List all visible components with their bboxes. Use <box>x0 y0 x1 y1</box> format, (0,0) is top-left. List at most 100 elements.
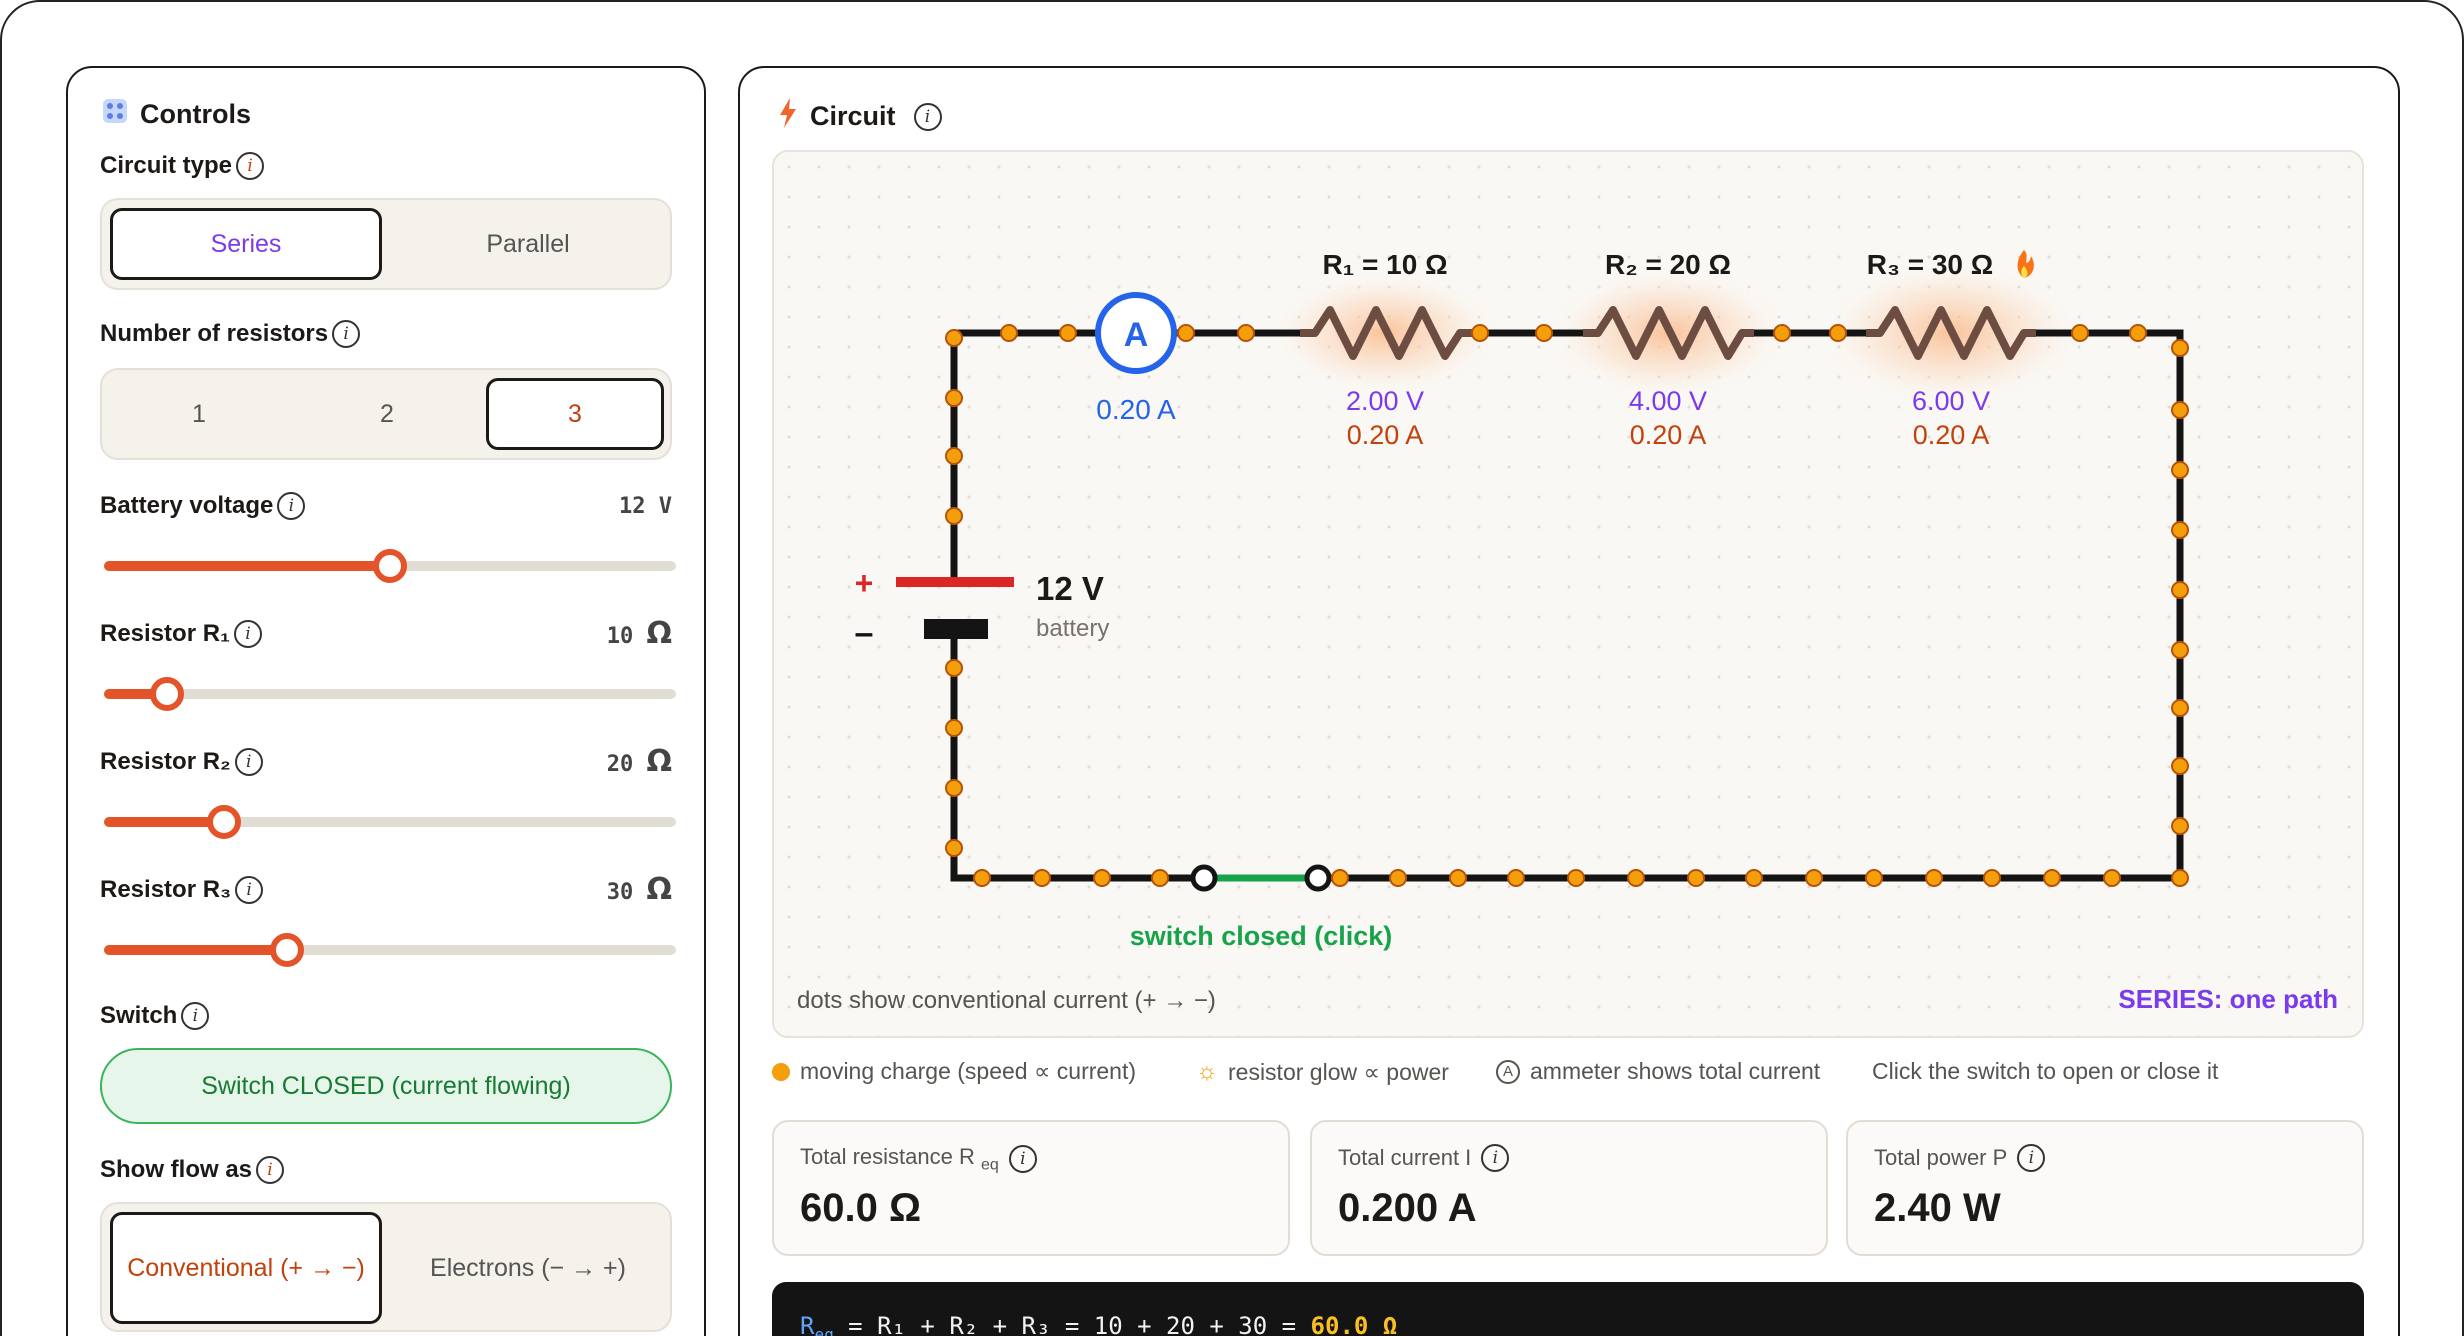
ammeter-icon: A <box>1496 1059 1520 1084</box>
formula-lhs: R <box>800 1312 815 1336</box>
charge-dot <box>1745 869 1763 887</box>
resistor-r1-current: 0.20 A <box>1347 420 1424 450</box>
legend-ammeter: A ammeter shows total current <box>1496 1058 1820 1085</box>
charge-dot <box>2171 401 2189 419</box>
stat-label: Total power P i <box>1874 1144 2046 1172</box>
charge-dot <box>2129 324 2147 342</box>
info-icon[interactable]: i <box>2017 1144 2046 1172</box>
battery-voltage-text: 12 V <box>1036 570 1104 607</box>
charge-dot <box>1865 869 1883 887</box>
resistor-r3-label: R₃ = 30 Ω <box>1867 249 1993 280</box>
charge-dot <box>1000 324 1018 342</box>
charge-dot <box>1449 869 1467 887</box>
ammeter-reading: 0.20 A <box>1096 394 1176 425</box>
stat-label-text: Total current I <box>1338 1145 1472 1170</box>
resistor-r3-current: 0.20 A <box>1913 420 1990 450</box>
charge-dot <box>1151 869 1169 887</box>
charge-dot <box>2171 869 2189 887</box>
formula-lhs-sub: eq <box>814 1324 834 1336</box>
legend-dot: moving charge (speed ∝ current) <box>772 1058 1136 1085</box>
charge-dot <box>1033 869 1051 887</box>
stat-total-resistance: Total resistance R eq i 60.0 Ω <box>772 1120 1290 1256</box>
charge-dot <box>1535 324 1553 342</box>
charge-dot <box>1059 324 1077 342</box>
stat-label-sub: eq <box>980 1156 999 1174</box>
legend-ammeter-text: ammeter shows total current <box>1530 1058 1821 1084</box>
charge-dot <box>2171 817 2189 835</box>
stat-label-text: Total power P <box>1874 1145 2008 1170</box>
sun-icon: ☼ <box>1196 1058 1218 1085</box>
legend-glow: ☼ resistor glow ∝ power <box>1196 1058 1449 1086</box>
charge-dot <box>945 507 963 525</box>
switch-terminal[interactable] <box>1304 864 1332 892</box>
charge-dot <box>1471 324 1489 342</box>
charge-dot <box>945 659 963 677</box>
resistor-r2-current: 0.20 A <box>1630 420 1707 450</box>
charge-dot <box>1983 869 2001 887</box>
charge-dot <box>2171 581 2189 599</box>
charge-dot <box>1507 869 1525 887</box>
charge-dot <box>1389 869 1407 887</box>
charge-dot <box>1093 869 1111 887</box>
charge-dot <box>945 719 963 737</box>
charge-dot <box>1177 324 1195 342</box>
battery-plus-sign: + <box>855 565 874 601</box>
charge-dot <box>2171 339 2189 357</box>
charge-dot <box>1567 869 1585 887</box>
formula-body: = R₁ + R₂ + R₃ = 10 + 20 + 30 = <box>833 1312 1311 1336</box>
charge-dot <box>1773 324 1791 342</box>
stat-value: 60.0 Ω <box>800 1186 922 1230</box>
stat-value: 0.200 A <box>1338 1186 1477 1230</box>
charge-dot <box>945 389 963 407</box>
charge-dot <box>2171 641 2189 659</box>
resistor-r2-voltage: 4.00 V <box>1629 386 1707 416</box>
charge-dot <box>2071 324 2089 342</box>
info-icon[interactable]: i <box>1008 1145 1037 1174</box>
flow-direction-note: dots show conventional current (+ → −) <box>797 987 1216 1014</box>
charge-dot-icon <box>772 1062 790 1081</box>
stat-total-current: Total current I i 0.200 A <box>1310 1120 1828 1256</box>
charge-dot <box>1331 869 1349 887</box>
charge-dot <box>2103 869 2121 887</box>
charge-dot <box>2171 521 2189 539</box>
stat-total-power: Total power P i 2.40 W <box>1846 1120 2364 1256</box>
resistor-r1-voltage: 2.00 V <box>1346 386 1424 416</box>
resistor-r3-voltage: 6.00 V <box>1912 386 1990 416</box>
battery-minus-sign: – <box>855 614 874 652</box>
charge-dot <box>945 779 963 797</box>
info-icon[interactable]: i <box>1481 1144 1510 1172</box>
charge-dot <box>1627 869 1645 887</box>
charge-dot <box>945 839 963 857</box>
battery-negative-plate <box>924 619 988 639</box>
switch-label[interactable]: switch closed (click) <box>1130 921 1393 951</box>
charge-dot <box>1805 869 1823 887</box>
fire-icon <box>2017 250 2034 278</box>
charge-dot <box>1829 324 1847 342</box>
charge-dot <box>1687 869 1705 887</box>
formula-result: 60.0 Ω <box>1310 1312 1398 1336</box>
legend-hint-text: Click the switch to open or close it <box>1872 1058 2219 1084</box>
circuit-mode-label: SERIES: one path <box>2118 984 2338 1014</box>
stat-value: 2.40 W <box>1874 1186 2001 1230</box>
charge-dot <box>1925 869 1943 887</box>
charge-dot <box>945 447 963 465</box>
wire-right-bottom <box>1314 329 2184 882</box>
ammeter-symbol: A <box>1124 316 1149 354</box>
formula-panel: Req = R₁ + R₂ + R₃ = 10 + 20 + 30 = 60.0… <box>772 1282 2364 1336</box>
battery-label: battery <box>1036 615 1109 642</box>
charge-dot <box>2171 757 2189 775</box>
charge-dot <box>945 329 963 347</box>
charge-dot <box>2171 461 2189 479</box>
charge-dot <box>973 869 991 887</box>
stat-label: Total current I i <box>1338 1144 1510 1172</box>
legend-dot-text: moving charge (speed ∝ current) <box>800 1058 1137 1084</box>
legend-hint: Click the switch to open or close it <box>1872 1058 2218 1085</box>
resistor-r2-label: R₂ = 20 Ω <box>1605 249 1731 280</box>
stat-label: Total resistance R eq i <box>800 1144 1037 1174</box>
resistor-r1-label: R₁ = 10 Ω <box>1322 249 1447 280</box>
wire-bottom-left <box>950 624 1208 882</box>
charge-dot <box>1237 324 1255 342</box>
switch-terminal[interactable] <box>1190 864 1218 892</box>
charge-dot <box>2171 699 2189 717</box>
wire-left-top <box>950 329 1099 586</box>
